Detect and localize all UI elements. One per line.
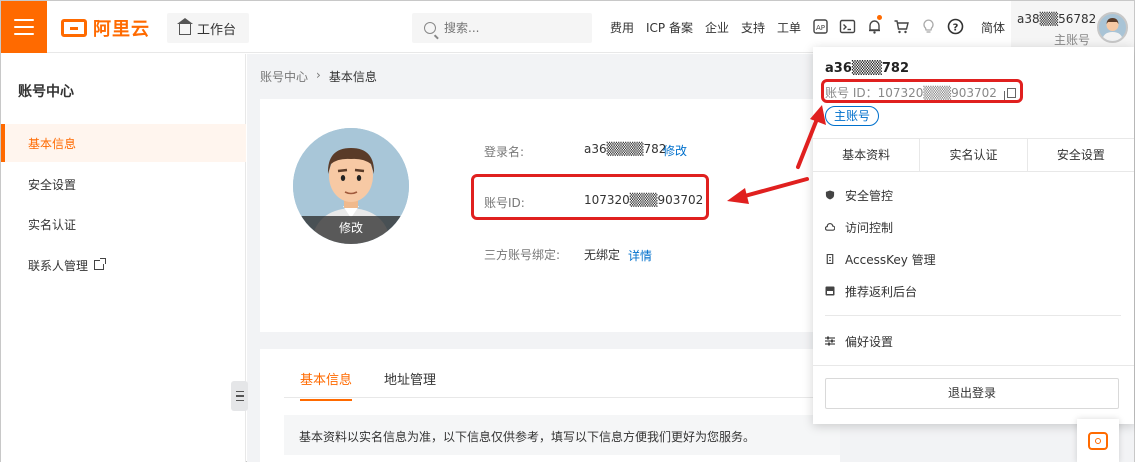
breadcrumb: 账号中心 › 基本信息 [260, 68, 377, 85]
search-icon [424, 22, 436, 34]
panel-tab-realname[interactable]: 实名认证 [920, 139, 1028, 171]
svg-text:AP: AP [816, 24, 825, 32]
third-party-detail-link[interactable]: 详情 [628, 247, 652, 264]
user-menu[interactable]: a38▒▒56782 主账号 [1011, 1, 1134, 53]
sidebar-item-basic-info[interactable]: 基本信息 [1, 124, 246, 162]
assistant-icon [1088, 432, 1108, 450]
panel-item-preferences[interactable]: 偏好设置 [825, 329, 1121, 353]
workbench-label: 工作台 [197, 22, 237, 38]
info-notice: 基本资料以实名信息为准，以下信息仅供参考，填写以下信息方便我们更好为您服务。 [284, 415, 840, 455]
gift-icon [825, 286, 835, 296]
logo-text: 阿里云 [93, 19, 150, 40]
login-name-edit-link[interactable]: 修改 [663, 142, 687, 159]
profile-avatar[interactable]: 修改 [293, 128, 409, 244]
nav-link-fees[interactable]: 费用 [610, 19, 634, 36]
sidebar-collapse-handle[interactable] [231, 381, 248, 411]
third-party-label: 三方账号绑定: [484, 248, 561, 262]
sidebar-title: 账号中心 [18, 84, 74, 100]
panel-tab-profile[interactable]: 基本资料 [813, 139, 921, 171]
account-id-value: 107320▒▒▒903702 [584, 193, 704, 207]
sliders-icon [825, 336, 835, 346]
sidebar: 账号中心 基本信息 安全设置 实名认证 联系人管理 [1, 54, 246, 462]
sidebar-item-realname[interactable]: 实名认证 [1, 205, 246, 243]
panel-tab-security[interactable]: 安全设置 [1028, 139, 1134, 171]
panel-tabs: 基本资料 实名认证 安全设置 [813, 138, 1134, 172]
panel-divider [813, 365, 1134, 366]
panel-item-accesskey[interactable]: AccessKey 管理 [825, 247, 1121, 271]
panel-user-name: a36▒▒▒782 [825, 61, 909, 76]
breadcrumb-root[interactable]: 账号中心 [260, 68, 308, 85]
panel-item-label: 访问控制 [845, 220, 894, 235]
svg-text:?: ? [953, 23, 959, 34]
sidebar-item-label: 联系人管理 [28, 258, 89, 273]
api-icon[interactable]: AP [812, 18, 829, 35]
aliyun-logo-icon [61, 19, 87, 37]
account-id-label: 账号ID: [484, 196, 525, 210]
bell-icon[interactable] [866, 15, 883, 35]
third-party-value: 无绑定 [584, 248, 621, 262]
profile-card: 修改 登录名: a36▒▒▒▒782 修改 账号ID: 107320▒▒▒903… [260, 99, 840, 332]
panel-item-label: 偏好设置 [845, 334, 894, 349]
logo[interactable]: 阿里云 [61, 15, 150, 41]
breadcrumb-separator: › [316, 68, 321, 82]
key-icon [826, 254, 834, 264]
sidebar-item-label: 实名认证 [28, 217, 77, 232]
search-box[interactable] [412, 13, 592, 43]
panel-item-referral[interactable]: 推荐返利后台 [825, 279, 1121, 303]
panel-divider [825, 315, 1121, 316]
nav-link-enterprise[interactable]: 企业 [705, 19, 729, 36]
search-input[interactable] [444, 21, 574, 35]
login-name-value: a36▒▒▒▒782 [584, 142, 667, 156]
avatar-edit-button[interactable]: 修改 [293, 216, 409, 244]
panel-id-highlight [821, 79, 1023, 103]
sidebar-item-label: 安全设置 [28, 177, 77, 192]
cart-icon[interactable] [893, 18, 910, 35]
login-name-label: 登录名: [484, 145, 525, 159]
sidebar-item-contacts[interactable]: 联系人管理 [1, 246, 246, 284]
shield-icon [825, 190, 835, 200]
nav-icons: AP ? [812, 15, 964, 35]
breadcrumb-current: 基本信息 [328, 70, 377, 84]
panel-item-label: AccessKey 管理 [845, 252, 936, 267]
main-account-badge: 主账号 [825, 106, 880, 126]
floating-assistant-button[interactable] [1077, 419, 1119, 462]
sidebar-item-label: 基本信息 [28, 136, 77, 151]
panel-item-label: 安全管控 [845, 188, 894, 203]
cloud-icon [825, 223, 835, 231]
sidebar-item-security[interactable]: 安全设置 [1, 165, 246, 203]
panel-item-access-control[interactable]: 访问控制 [825, 215, 1121, 239]
language-switch[interactable]: 简体 [981, 19, 1005, 36]
user-avatar[interactable] [1097, 12, 1128, 43]
user-name: a38▒▒56782 [1017, 12, 1097, 26]
detail-card: 基本信息 地址管理 基本资料以实名信息为准，以下信息仅供参考，填写以下信息方便我… [260, 349, 840, 462]
home-icon [177, 18, 193, 35]
top-bar: 阿里云 工作台 费用 ICP 备案 企业 支持 工单 AP ? [1, 1, 1134, 53]
logout-button[interactable]: 退出登录 [825, 378, 1119, 409]
panel-item-label: 推荐返利后台 [845, 284, 918, 299]
terminal-icon[interactable] [839, 18, 856, 35]
bulb-icon[interactable] [920, 18, 937, 35]
menu-icon[interactable] [1, 1, 47, 53]
nav-links: 费用 ICP 备案 企业 支持 工单 [610, 19, 813, 36]
user-role: 主账号 [1054, 33, 1091, 47]
notification-dot [877, 15, 882, 20]
workbench-button[interactable]: 工作台 [167, 13, 249, 43]
tabs-divider [284, 397, 840, 398]
account-dropdown: a36▒▒▒782 账号 ID：107320▒▒▒903702 主账号 基本资料… [813, 47, 1134, 424]
nav-link-ticket[interactable]: 工单 [777, 19, 801, 36]
nav-link-icp[interactable]: ICP 备案 [646, 19, 693, 36]
help-icon[interactable]: ? [947, 18, 964, 35]
panel-item-security-control[interactable]: 安全管控 [825, 183, 1121, 207]
external-link-icon [94, 258, 107, 270]
nav-link-support[interactable]: 支持 [741, 19, 765, 36]
